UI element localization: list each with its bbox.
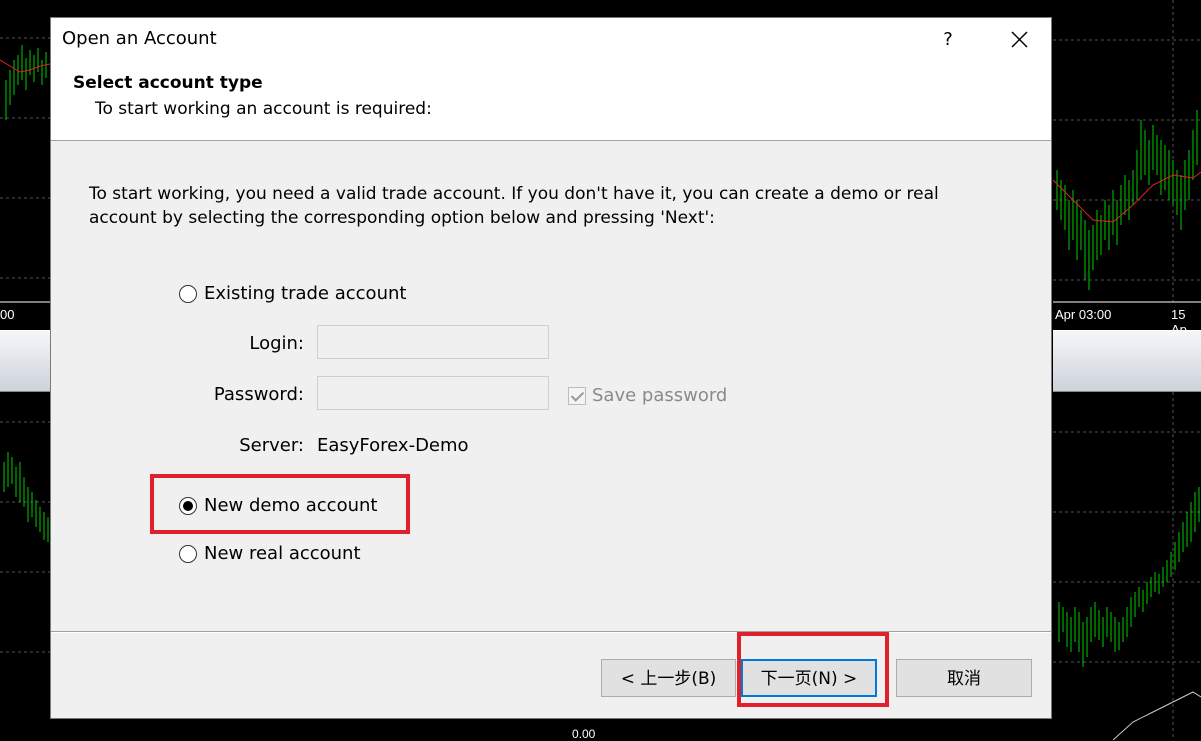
demo-account-option[interactable]: New demo account: [179, 495, 377, 516]
candlestick-chart-bottom-left: [0, 421, 50, 653]
demo-account-radio[interactable]: [179, 496, 197, 515]
real-account-option[interactable]: New real account: [179, 543, 361, 564]
help-button[interactable]: ?: [923, 18, 973, 62]
dialog-titlebar[interactable]: Open an Account ?: [51, 18, 1051, 62]
real-account-label: New real account: [204, 543, 361, 564]
chart-pane-bottom-left: [0, 392, 50, 740]
server-label: Server:: [239, 435, 304, 456]
footer-divider: [51, 631, 1051, 633]
pane-separator-right: [1053, 330, 1201, 392]
time-axis-label: 15 Ap: [1171, 307, 1187, 330]
save-password-option[interactable]: Save password: [568, 385, 727, 406]
open-account-dialog: Open an Account ? Select account type To…: [50, 17, 1052, 719]
cancel-button[interactable]: 取消: [896, 659, 1032, 697]
chart-pane-top-right: Apr 03:00 15 Ap: [1053, 0, 1201, 330]
chart-pane-top-left: 00: [0, 0, 50, 330]
candlestick-chart-bottom-right: [1053, 392, 1201, 740]
login-input[interactable]: [317, 325, 549, 359]
server-value: EasyForex-Demo: [317, 435, 469, 456]
chart-pane-bottom-right: [1053, 392, 1201, 740]
demo-account-label: New demo account: [204, 495, 378, 516]
header-subtitle: To start working an account is required:: [95, 99, 432, 119]
existing-account-label: Existing trade account: [204, 283, 407, 304]
time-axis-label: 00: [0, 307, 15, 322]
password-input[interactable]: [317, 376, 549, 410]
time-axis-label: Apr 03:00: [1055, 307, 1112, 322]
header-title: Select account type: [73, 73, 263, 93]
next-button[interactable]: 下一页(N) >: [741, 659, 877, 697]
close-icon: [1011, 31, 1028, 48]
close-button[interactable]: [994, 18, 1044, 62]
existing-account-radio[interactable]: [179, 284, 197, 303]
wizard-header: Select account type To start working an …: [51, 62, 1051, 141]
real-account-radio[interactable]: [179, 544, 197, 563]
pane-separator-left: [0, 330, 50, 392]
price-axis-value: 0.00: [572, 727, 596, 741]
dialog-title: Open an Account: [62, 28, 217, 49]
password-label: Password:: [213, 384, 304, 405]
save-password-label: Save password: [592, 385, 728, 406]
save-password-checkbox[interactable]: [568, 386, 586, 405]
existing-account-option[interactable]: Existing trade account: [179, 283, 406, 304]
back-button[interactable]: < 上一步(B): [601, 659, 736, 697]
instructions-text: To start working, you need a valid trade…: [89, 184, 939, 228]
candlestick-chart-top-left: [0, 37, 50, 303]
candlestick-chart-top-right: [1053, 0, 1201, 303]
login-label: Login:: [249, 333, 304, 354]
